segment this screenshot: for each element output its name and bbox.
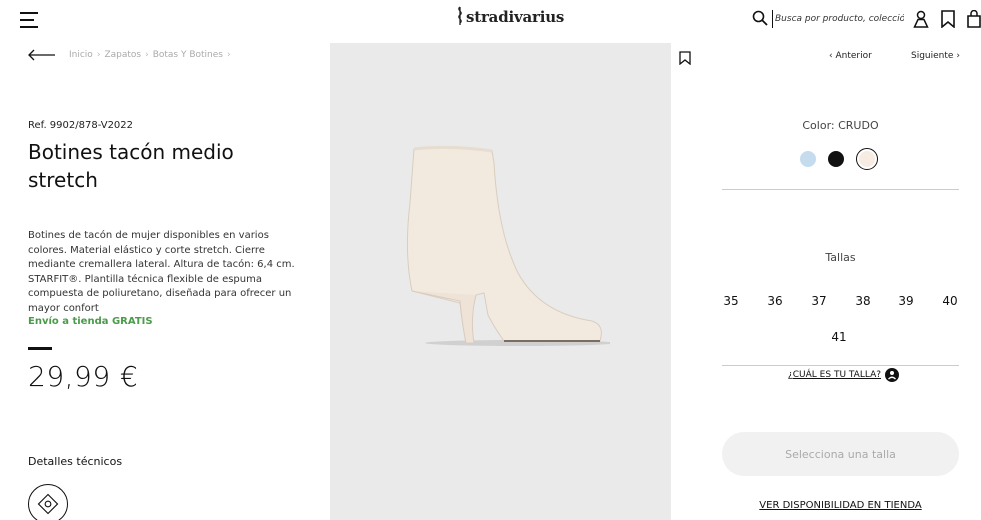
product-reference: Ref. 9902/878-V2022 bbox=[28, 120, 134, 131]
logo-text: stradivarius bbox=[466, 8, 565, 26]
color-label: Color: CRUDO bbox=[802, 119, 879, 132]
menu-icon[interactable] bbox=[20, 12, 38, 28]
product-description: Botines de tacón de mujer disponibles en… bbox=[28, 230, 295, 314]
swatch-light-blue[interactable] bbox=[800, 151, 816, 167]
wishlist-icon[interactable] bbox=[940, 10, 956, 28]
user-icon[interactable] bbox=[913, 10, 929, 28]
next-product-link[interactable]: Siguiente › bbox=[911, 51, 960, 61]
search-input[interactable] bbox=[772, 10, 904, 28]
shipping-info: Envío a tienda GRATIS bbox=[28, 316, 153, 327]
previous-product-link[interactable]: ‹ Anterior bbox=[829, 51, 872, 61]
divider bbox=[722, 189, 959, 190]
breadcrumb-separator: › bbox=[226, 50, 231, 60]
logo-mark-icon bbox=[458, 6, 462, 25]
breadcrumb-item[interactable]: Inicio bbox=[69, 50, 93, 60]
size-option[interactable]: 35 bbox=[720, 294, 742, 308]
header: stradivarius bbox=[0, 0, 981, 40]
size-option[interactable]: 39 bbox=[895, 294, 917, 308]
size-option[interactable]: 38 bbox=[852, 294, 874, 308]
size-option[interactable]: 41 bbox=[828, 330, 850, 344]
size-guide-icon bbox=[885, 368, 900, 382]
price-divider bbox=[28, 347, 52, 350]
size-option[interactable]: 36 bbox=[764, 294, 786, 308]
previous-label: Anterior bbox=[835, 51, 872, 61]
size-option[interactable]: 37 bbox=[808, 294, 830, 308]
size-guide-link[interactable]: ¿CUÁL ES TU TALLA? bbox=[788, 368, 900, 382]
technical-details-title[interactable]: Detalles técnicos bbox=[28, 455, 122, 468]
breadcrumb-separator: › bbox=[145, 50, 149, 60]
bookmark-icon[interactable] bbox=[679, 51, 691, 65]
select-size-button[interactable]: Selecciona una talla bbox=[722, 432, 959, 476]
swatch-crudo[interactable] bbox=[856, 148, 878, 170]
bag-icon[interactable] bbox=[966, 10, 981, 28]
logo[interactable]: stradivarius bbox=[454, 6, 564, 26]
store-availability-link[interactable]: VER DISPONIBILIDAD EN TIENDA bbox=[722, 500, 959, 511]
swatch-black[interactable] bbox=[828, 151, 844, 167]
product-title: Botines tacón medio stretch bbox=[28, 140, 234, 192]
color-swatches bbox=[800, 148, 878, 170]
boot-image bbox=[406, 145, 610, 346]
next-label: Siguiente bbox=[911, 51, 954, 61]
technical-details-icon[interactable] bbox=[28, 484, 68, 520]
size-guide-label: ¿CUÁL ES TU TALLA? bbox=[788, 370, 882, 380]
divider bbox=[722, 365, 959, 366]
product-image[interactable] bbox=[330, 43, 671, 520]
breadcrumb-separator: › bbox=[96, 50, 101, 60]
breadcrumb-item[interactable]: Botas Y Botines bbox=[153, 50, 223, 60]
back-arrow-icon[interactable] bbox=[28, 48, 56, 62]
sizes-label: Tallas bbox=[825, 251, 856, 264]
breadcrumb: Inicio › Zapatos › Botas Y Botines › bbox=[69, 50, 231, 60]
breadcrumb-item[interactable]: Zapatos bbox=[104, 50, 141, 60]
product-price: 29,99 € bbox=[28, 360, 139, 393]
size-option[interactable]: 40 bbox=[939, 294, 961, 308]
search-icon[interactable] bbox=[752, 10, 768, 26]
